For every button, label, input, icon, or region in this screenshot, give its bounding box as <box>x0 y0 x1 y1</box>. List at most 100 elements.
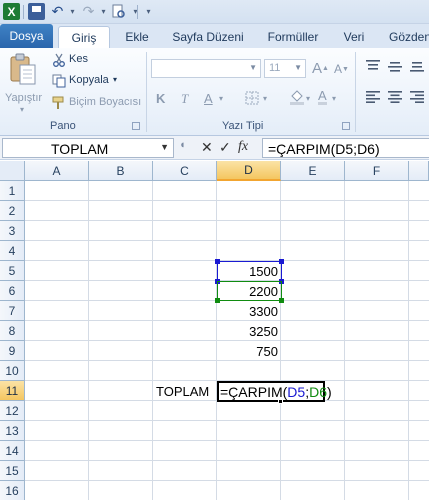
quick-access-toolbar: X ↶ ▾ ↷ ▾ ▾ ▾ <box>0 0 429 24</box>
print-preview-icon[interactable] <box>110 3 127 20</box>
row-header-5[interactable]: 5 <box>0 261 25 281</box>
font-color-icon[interactable]: A <box>318 89 327 105</box>
fill-color-icon[interactable] <box>289 89 305 105</box>
save-icon[interactable] <box>28 3 45 20</box>
row-header-1[interactable]: 1 <box>0 181 25 201</box>
underline-button[interactable]: A <box>204 91 213 106</box>
gridline <box>25 420 429 421</box>
gridline <box>25 440 429 441</box>
name-box-dropdown-icon[interactable]: ▼ <box>160 142 169 152</box>
cut-button[interactable]: Kes <box>69 53 88 65</box>
align-left-icon[interactable] <box>366 91 380 103</box>
active-cell-d11-editor[interactable]: =ÇARPIM(D5; D6) <box>217 381 332 402</box>
customize-toolbar-icon[interactable]: ▾ <box>140 3 157 20</box>
align-top-icon[interactable] <box>366 60 380 72</box>
fill-handle[interactable] <box>278 399 283 404</box>
paste-dropdown-icon[interactable]: ▾ <box>20 105 24 114</box>
bold-button[interactable]: K <box>156 91 165 106</box>
row-header-6[interactable]: 6 <box>0 281 25 301</box>
font-size-combo[interactable]: 11 ▼ <box>264 59 306 78</box>
cell-c11[interactable]: TOPLAM <box>156 381 217 401</box>
copy-dropdown-icon[interactable]: ▾ <box>113 75 117 84</box>
row-header-2[interactable]: 2 <box>0 201 25 221</box>
insert-function-icon[interactable]: fx <box>238 139 248 155</box>
format-painter-icon[interactable] <box>52 96 66 110</box>
tab-home[interactable]: Giriş <box>58 26 110 49</box>
copy-button[interactable]: Kopyala <box>69 74 109 86</box>
fill-color-dropdown-icon[interactable]: ▾ <box>306 94 310 103</box>
align-center-icon[interactable] <box>388 91 402 103</box>
row-header-7[interactable]: 7 <box>0 301 25 321</box>
select-all-corner[interactable] <box>0 161 25 181</box>
gridline <box>25 200 429 201</box>
formula-input[interactable]: =ÇARPIM(D5;D6) <box>262 138 429 158</box>
tab-page-layout[interactable]: Sayfa Düzeni <box>166 26 250 48</box>
tab-review[interactable]: Gözden <box>389 26 429 48</box>
reference-handle[interactable] <box>215 298 220 303</box>
underline-dropdown-icon[interactable]: ▾ <box>219 94 223 103</box>
ribbon-home: Yapıştır ▾ Kes Kopyala ▾ Biçim Boyacısı … <box>0 48 429 136</box>
cancel-icon[interactable]: ✕ <box>201 139 213 156</box>
tab-insert[interactable]: Ekle <box>118 26 156 48</box>
font-name-combo[interactable]: ▼ <box>151 59 261 78</box>
column-header-c[interactable]: C <box>153 161 217 181</box>
reference-handle[interactable] <box>279 298 284 303</box>
format-painter-button[interactable]: Biçim Boyacısı <box>69 96 141 108</box>
cut-icon[interactable] <box>52 53 66 67</box>
row-header-11[interactable]: 11 <box>0 381 25 401</box>
shrink-font-icon[interactable]: A ▼ <box>334 62 349 76</box>
excel-logo-icon[interactable]: X <box>3 3 20 20</box>
ribbon-tabs: Dosya Giriş Ekle Sayfa Düzeni Formüller … <box>0 24 429 49</box>
reference-handle[interactable] <box>279 259 284 264</box>
cell-d7[interactable]: 3300 <box>217 301 281 321</box>
borders-dropdown-icon[interactable]: ▾ <box>263 94 267 103</box>
font-color-dropdown-icon[interactable]: ▾ <box>332 94 336 103</box>
cell-d8[interactable]: 3250 <box>217 321 281 341</box>
row-header-4[interactable]: 4 <box>0 241 25 261</box>
edit-formula-prefix: =ÇARPIM( <box>220 383 288 400</box>
paste-button[interactable]: Yapıştır <box>5 92 42 104</box>
row-header-9[interactable]: 9 <box>0 341 25 361</box>
font-dialog-launcher-icon[interactable] <box>342 122 350 130</box>
gridline <box>25 460 429 461</box>
copy-icon[interactable] <box>52 74 66 88</box>
tab-data[interactable]: Veri <box>337 26 371 48</box>
column-header-d[interactable]: D <box>217 161 281 181</box>
edit-formula-ref-d5: D5 <box>287 383 306 400</box>
font-size-dropdown-icon[interactable]: ▼ <box>294 63 302 72</box>
row-header-10[interactable]: 10 <box>0 361 25 381</box>
clipboard-dialog-launcher-icon[interactable] <box>132 122 140 130</box>
column-header-f[interactable]: F <box>345 161 409 181</box>
column-header-g[interactable] <box>409 161 429 181</box>
align-middle-icon[interactable] <box>388 61 402 73</box>
row-header-3[interactable]: 3 <box>0 221 25 241</box>
row-header-13[interactable]: 13 <box>0 421 25 441</box>
row-header-8[interactable]: 8 <box>0 321 25 341</box>
reference-handle[interactable] <box>215 259 220 264</box>
column-header-b[interactable]: B <box>89 161 153 181</box>
row-header-15[interactable]: 15 <box>0 461 25 481</box>
column-header-a[interactable]: A <box>25 161 89 181</box>
align-bottom-icon[interactable] <box>410 61 424 73</box>
group-separator <box>146 52 147 132</box>
enter-icon[interactable]: ✓ <box>219 139 231 156</box>
tab-file[interactable]: Dosya <box>0 24 53 48</box>
grow-font-icon[interactable]: A ▲ <box>312 60 329 77</box>
row-header-16[interactable]: 16 <box>0 481 25 500</box>
row-header-12[interactable]: 12 <box>0 401 25 421</box>
cell-d9[interactable]: 750 <box>217 341 281 361</box>
gridline <box>25 480 429 481</box>
align-right-icon[interactable] <box>410 91 424 103</box>
name-box[interactable]: TOPLAM ▼ <box>2 138 174 158</box>
column-header-e[interactable]: E <box>281 161 345 181</box>
borders-icon[interactable] <box>245 91 261 105</box>
font-name-dropdown-icon[interactable]: ▼ <box>249 63 257 72</box>
tab-formulas[interactable]: Formüller <box>262 26 324 48</box>
italic-button[interactable]: T <box>181 91 188 107</box>
toolbar-separator <box>137 5 138 19</box>
row-header-14[interactable]: 14 <box>0 441 25 461</box>
undo-dropdown-icon[interactable]: ▾ <box>64 3 81 20</box>
toolbar-separator <box>23 5 24 19</box>
formula-text: =ÇARPIM(D5;D6) <box>268 141 380 157</box>
paste-icon[interactable] <box>8 52 40 88</box>
